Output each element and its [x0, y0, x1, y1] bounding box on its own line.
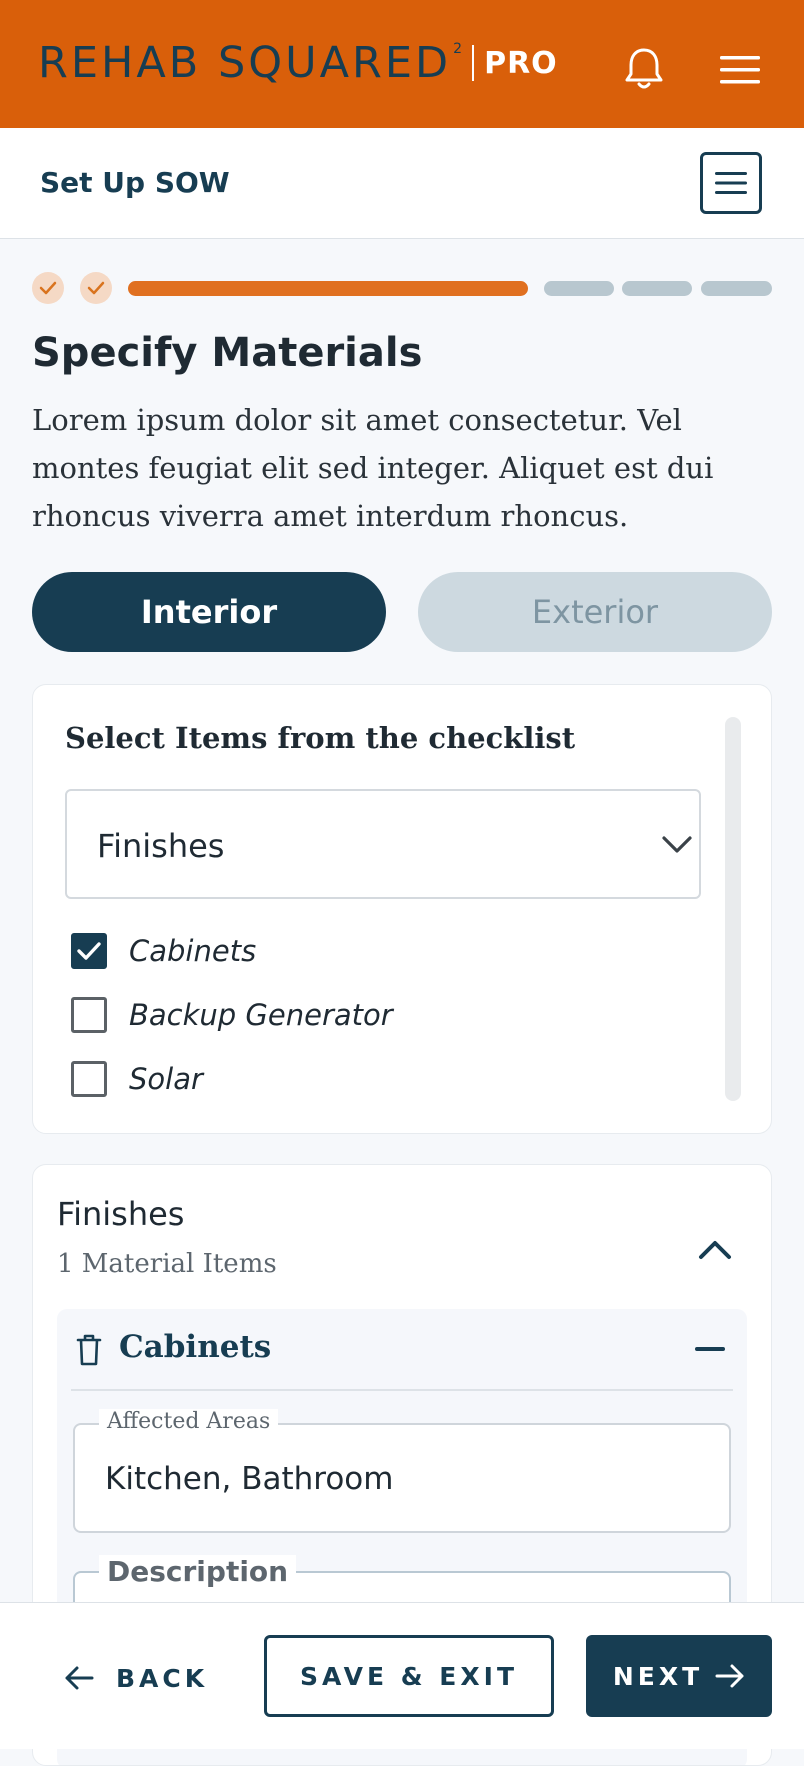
check-icon [77, 942, 101, 960]
step-complete-icon [80, 272, 112, 304]
app-header: REHAB SQUARED 2 PRO [0, 0, 804, 128]
trash-icon[interactable] [75, 1333, 103, 1367]
brand-name: REHAB SQUARED [38, 38, 452, 88]
checklist-item-label: Cabinets [129, 934, 257, 968]
page-section-title: Set Up SOW [40, 166, 230, 199]
hamburger-menu-icon[interactable] [716, 50, 764, 90]
tab-exterior[interactable]: Exterior [418, 572, 772, 652]
list-menu-icon [715, 172, 747, 194]
progress-current-step [128, 281, 528, 296]
affected-areas-label: Affected Areas [99, 1409, 279, 1434]
affected-areas-field[interactable]: Affected Areas Kitchen, Bathroom [73, 1409, 731, 1533]
save-and-exit-button[interactable]: SAVE & EXIT [264, 1635, 554, 1717]
checklist-item-label: Solar [129, 1062, 203, 1096]
category-select[interactable]: Finishes [65, 789, 701, 899]
affected-areas-value: Kitchen, Bathroom [105, 1461, 394, 1497]
checklist-item-solar[interactable]: Solar [71, 1057, 203, 1101]
next-button[interactable]: NEXT [586, 1635, 772, 1717]
checkbox-unchecked[interactable] [71, 1061, 107, 1097]
checkbox-checked[interactable] [71, 933, 107, 969]
brand-divider [472, 45, 475, 81]
brand-badge: PRO [484, 45, 558, 81]
checklist-item-backup-generator[interactable]: Backup Generator [71, 993, 393, 1037]
back-button[interactable]: BACK [64, 1647, 208, 1709]
page-intro: Lorem ipsum dolor sit amet consectetur. … [32, 403, 714, 533]
section-title: Finishes [57, 1195, 185, 1233]
material-item-header: Cabinets [71, 1309, 733, 1391]
chevron-down-icon [662, 836, 692, 853]
arrow-right-icon [715, 1664, 744, 1688]
step-complete-icon [32, 272, 64, 304]
progress-pending-step [622, 281, 692, 296]
list-menu-button[interactable] [700, 152, 762, 214]
checklist-title: Select Items from the checklist [65, 721, 576, 755]
sub-header: Set Up SOW [0, 128, 804, 239]
category-select-value: Finishes [97, 827, 225, 865]
material-item-title: Cabinets [119, 1329, 272, 1365]
progress-pending-step [701, 281, 772, 296]
checklist-item-label: Backup Generator [129, 998, 393, 1032]
section-subtitle: 1 Material Items [57, 1249, 277, 1279]
checklist-scrollbar[interactable] [725, 717, 741, 1101]
checklist-item-cabinets[interactable]: Cabinets [71, 929, 256, 973]
arrow-left-icon [65, 1666, 94, 1690]
progress-pending-step [544, 281, 614, 296]
brand-logo[interactable]: REHAB SQUARED 2 PRO [38, 38, 558, 88]
description-label: Description [99, 1555, 297, 1588]
page-title: Specify Materials [32, 330, 423, 376]
collapse-minus-icon[interactable] [695, 1347, 725, 1351]
progress-stepper [32, 270, 772, 306]
chevron-up-icon[interactable] [695, 1235, 735, 1265]
footer-action-bar: BACK SAVE & EXIT NEXT [0, 1602, 804, 1749]
tab-interior[interactable]: Interior [32, 572, 386, 652]
checklist-card: Select Items from the checklist Finishes… [32, 684, 772, 1134]
brand-superscript: 2 [453, 41, 463, 57]
bell-icon[interactable] [620, 44, 668, 92]
next-button-label: NEXT [612, 1661, 704, 1691]
back-button-label: BACK [116, 1663, 209, 1693]
checkbox-unchecked[interactable] [71, 997, 107, 1033]
